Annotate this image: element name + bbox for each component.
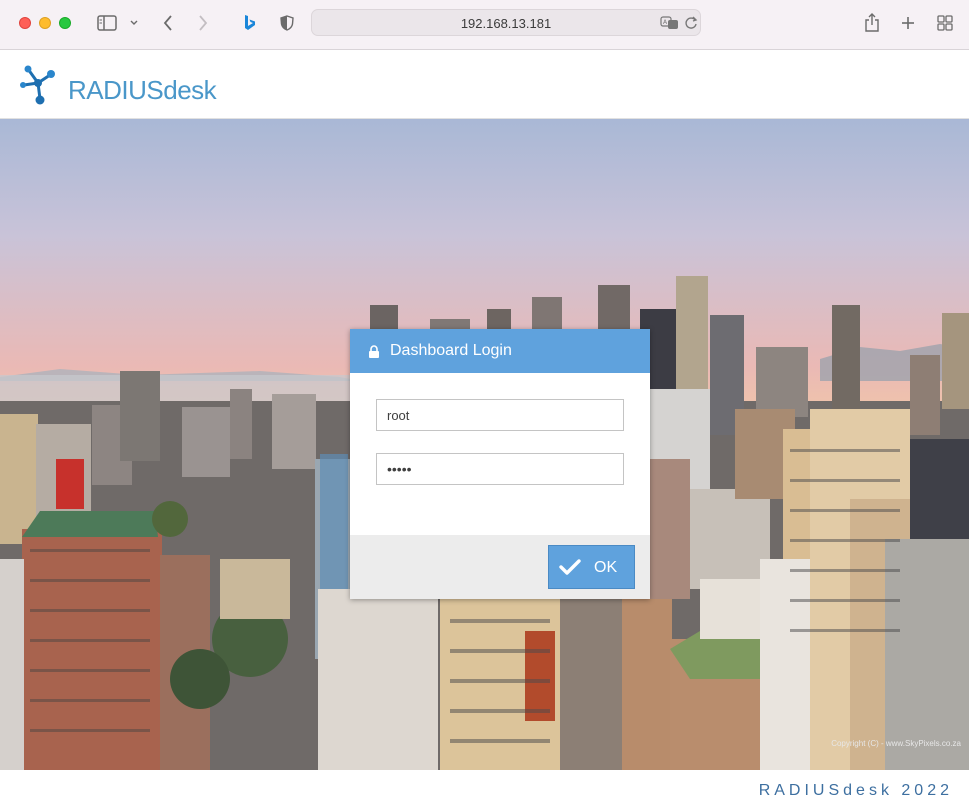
svg-text:A: A <box>663 19 668 26</box>
photo-credit: Copyright (C) - www.SkyPixels.co.za <box>831 739 961 748</box>
translate-icon[interactable]: A <box>660 15 680 36</box>
url-text: 192.168.13.181 <box>460 16 552 31</box>
tab-overview-icon[interactable] <box>935 13 955 33</box>
browser-toolbar: 192.168.13.181 A <box>0 0 969 50</box>
back-icon[interactable] <box>159 13 177 33</box>
dialog-title: Dashboard Login <box>390 342 512 359</box>
lock-icon <box>368 345 380 363</box>
app-header: RADIUSdesk <box>0 50 969 119</box>
dialog-footer: OK <box>350 535 650 599</box>
address-bar[interactable]: 192.168.13.181 A <box>311 9 701 36</box>
chevron-down-icon[interactable] <box>128 13 140 33</box>
ok-button[interactable]: OK <box>548 545 635 589</box>
forward-icon[interactable] <box>194 13 212 33</box>
checkmark-icon <box>559 558 581 581</box>
username-input[interactable] <box>376 399 624 431</box>
radiusdesk-logo-icon <box>18 63 62 112</box>
minimize-window-button[interactable] <box>39 17 51 29</box>
login-dialog: Dashboard Login OK <box>350 329 650 599</box>
dialog-header: Dashboard Login <box>350 329 650 373</box>
sidebar-toggle-icon[interactable] <box>96 13 118 33</box>
page-footer: RADIUSdesk 2022 <box>0 770 969 808</box>
brand-name: RADIUSdesk <box>68 75 217 105</box>
bing-icon[interactable] <box>241 13 259 33</box>
password-input[interactable] <box>376 453 624 485</box>
footer-text: RADIUSdesk 2022 <box>758 782 953 799</box>
share-icon[interactable] <box>863 13 881 33</box>
ok-button-label: OK <box>594 559 618 576</box>
close-window-button[interactable] <box>19 17 31 29</box>
zoom-window-button[interactable] <box>59 17 71 29</box>
reload-icon[interactable] <box>684 15 698 36</box>
new-tab-icon[interactable] <box>899 13 917 33</box>
privacy-shield-icon[interactable] <box>278 13 296 33</box>
